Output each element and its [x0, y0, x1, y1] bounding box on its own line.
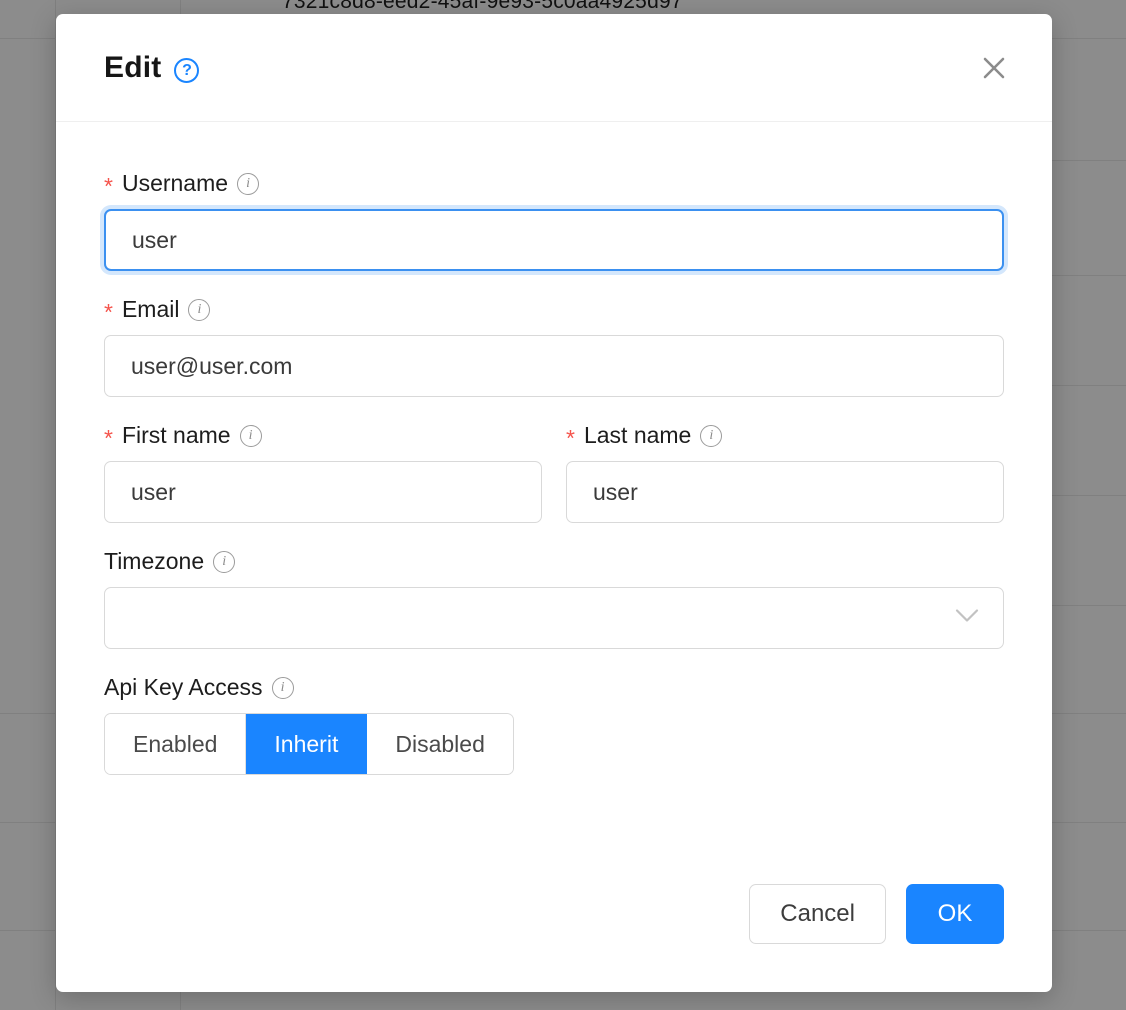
- edit-user-dialog: Edit ? * Username i * Email i: [56, 14, 1052, 992]
- dialog-footer: Cancel OK: [56, 848, 1052, 992]
- timezone-label: Timezone: [104, 548, 204, 575]
- segment-option-enabled[interactable]: Enabled: [105, 714, 246, 774]
- info-icon[interactable]: i: [700, 425, 722, 447]
- ok-button[interactable]: OK: [906, 884, 1004, 944]
- timezone-select-wrapper: [104, 587, 1004, 649]
- username-label-row: * Username i: [104, 170, 1004, 197]
- email-input[interactable]: [104, 335, 1004, 397]
- name-row: * First name i * Last name i: [104, 422, 1004, 523]
- dialog-body: * Username i * Email i * First name i: [56, 122, 1052, 848]
- api-key-access-label-row: Api Key Access i: [104, 674, 1004, 701]
- info-icon[interactable]: i: [188, 299, 210, 321]
- last-name-input[interactable]: [566, 461, 1004, 523]
- info-icon[interactable]: i: [240, 425, 262, 447]
- segment-option-inherit[interactable]: Inherit: [246, 714, 367, 774]
- info-icon[interactable]: i: [272, 677, 294, 699]
- dialog-title: Edit: [104, 51, 161, 85]
- email-label-row: * Email i: [104, 296, 1004, 323]
- cancel-button[interactable]: Cancel: [749, 884, 886, 944]
- segment-option-disabled[interactable]: Disabled: [367, 714, 513, 774]
- timezone-select[interactable]: [104, 587, 1004, 649]
- api-key-access-segmented-control: Enabled Inherit Disabled: [104, 713, 514, 775]
- field-last-name: * Last name i: [566, 422, 1004, 523]
- required-asterisk: *: [104, 301, 113, 324]
- username-input[interactable]: [104, 209, 1004, 271]
- close-icon[interactable]: [974, 48, 1014, 88]
- first-name-input[interactable]: [104, 461, 542, 523]
- info-icon[interactable]: i: [213, 551, 235, 573]
- username-label: Username: [122, 170, 228, 197]
- required-asterisk: *: [104, 175, 113, 198]
- field-first-name: * First name i: [104, 422, 542, 523]
- question-circle-icon[interactable]: ?: [174, 58, 199, 83]
- last-name-label-row: * Last name i: [566, 422, 1004, 449]
- required-asterisk: *: [566, 427, 575, 450]
- field-timezone: Timezone i: [104, 548, 1004, 649]
- field-api-key-access: Api Key Access i Enabled Inherit Disable…: [104, 674, 1004, 775]
- field-username: * Username i: [104, 170, 1004, 271]
- field-email: * Email i: [104, 296, 1004, 397]
- first-name-label: First name: [122, 422, 231, 449]
- last-name-label: Last name: [584, 422, 691, 449]
- first-name-label-row: * First name i: [104, 422, 542, 449]
- email-label: Email: [122, 296, 180, 323]
- timezone-label-row: Timezone i: [104, 548, 1004, 575]
- info-icon[interactable]: i: [237, 173, 259, 195]
- dialog-header: Edit ?: [56, 14, 1052, 122]
- api-key-access-label: Api Key Access: [104, 674, 263, 701]
- required-asterisk: *: [104, 427, 113, 450]
